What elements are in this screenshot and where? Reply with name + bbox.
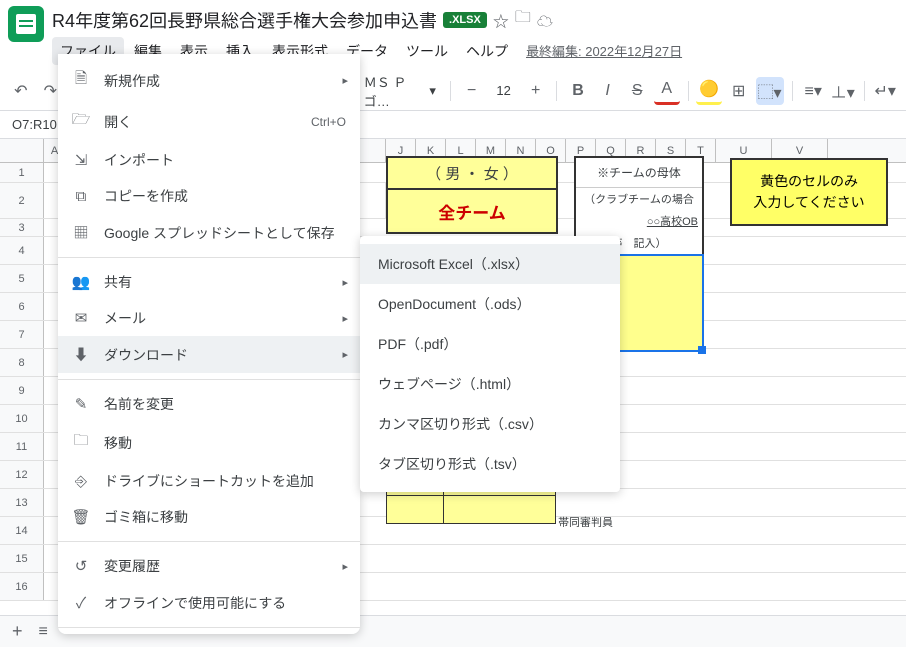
- chevron-right-icon: ▸: [342, 276, 348, 289]
- font-size-down[interactable]: −: [459, 77, 485, 105]
- download-pdf[interactable]: PDF（.pdf）: [360, 324, 620, 364]
- fill-color-button[interactable]: 🟡: [696, 77, 722, 105]
- folder-icon: 🗁: [72, 109, 90, 134]
- add-sheet-button[interactable]: +: [8, 617, 27, 646]
- bold-button[interactable]: B: [565, 77, 591, 105]
- row-header[interactable]: 3: [0, 219, 44, 236]
- share-icon: 👥: [72, 273, 90, 291]
- menu-tools[interactable]: ツール: [398, 37, 456, 65]
- row-header[interactable]: 11: [0, 433, 44, 460]
- selection-handle[interactable]: [698, 346, 706, 354]
- document-title[interactable]: R4年度第62回長野県総合選手権大会参加申込書: [52, 7, 437, 33]
- row-header[interactable]: 10: [0, 405, 44, 432]
- chevron-right-icon: ▸: [342, 348, 348, 361]
- separator: [864, 81, 865, 101]
- italic-button[interactable]: I: [595, 77, 621, 105]
- move-icon: 🗀: [72, 430, 90, 455]
- last-edit-link[interactable]: 最終編集: 2022年12月27日: [526, 37, 682, 65]
- menu-download[interactable]: ⬇ダウンロード▸: [58, 336, 360, 373]
- separator: [58, 541, 360, 542]
- separator: [556, 81, 557, 101]
- gender-cell[interactable]: （ 男 ・ 女 ）: [386, 156, 558, 190]
- merge-button[interactable]: ⬚▾: [756, 77, 784, 105]
- separator: [688, 81, 689, 101]
- menu-email[interactable]: ✉メール▸: [58, 300, 360, 336]
- valign-button[interactable]: ⊥▾: [830, 77, 856, 105]
- offline-icon: ✓: [72, 592, 90, 613]
- chevron-right-icon: ▸: [342, 74, 348, 87]
- instruction-note[interactable]: 黄色のセルのみ入力してください: [730, 158, 888, 226]
- menu-trash[interactable]: 🗑ゴミ箱に移動: [58, 499, 360, 535]
- row-header[interactable]: 6: [0, 293, 44, 320]
- shortcut-icon: ⎆: [72, 473, 90, 490]
- cloud-status-icon[interactable]: ☁: [537, 8, 553, 32]
- halign-button[interactable]: ≡▾: [800, 77, 826, 105]
- strike-button[interactable]: S: [624, 77, 650, 105]
- chevron-down-icon: ▾: [429, 83, 436, 99]
- history-icon: ↺: [72, 557, 90, 575]
- email-icon: ✉: [72, 309, 90, 327]
- menu-save-as-gsheet[interactable]: ▦Google スプレッドシートとして保存: [58, 214, 360, 251]
- menu-help[interactable]: ヘルプ: [458, 37, 516, 65]
- separator: [58, 627, 360, 628]
- font-selector[interactable]: ＭＳ Ｐゴ… ▾: [358, 68, 442, 114]
- chevron-right-icon: ▸: [342, 312, 348, 325]
- move-to-folder-icon[interactable]: 🗀: [515, 6, 531, 33]
- row-header[interactable]: 7: [0, 321, 44, 348]
- row-header[interactable]: 9: [0, 377, 44, 404]
- menu-rename[interactable]: ✎名前を変更: [58, 386, 360, 422]
- row-header[interactable]: 13: [0, 489, 44, 516]
- download-csv[interactable]: カンマ区切り形式（.csv）: [360, 404, 620, 444]
- download-html[interactable]: ウェブページ（.html）: [360, 364, 620, 404]
- font-size-input[interactable]: 12: [488, 79, 518, 102]
- separator: [58, 379, 360, 380]
- row-header[interactable]: 4: [0, 237, 44, 264]
- row-header[interactable]: 1: [0, 163, 44, 182]
- row-header[interactable]: 14: [0, 517, 44, 544]
- menu-import[interactable]: ⇲インポート: [58, 142, 360, 178]
- team-cell[interactable]: 全チーム: [386, 190, 558, 234]
- import-icon: ⇲: [72, 151, 90, 169]
- font-size-up[interactable]: +: [523, 77, 549, 105]
- row-header[interactable]: 2: [0, 183, 44, 218]
- menu-open[interactable]: 🗁開くCtrl+O: [58, 101, 360, 142]
- separator: [450, 81, 451, 101]
- menu-share[interactable]: 👥共有▸: [58, 264, 360, 300]
- menu-move[interactable]: 🗀移動: [58, 422, 360, 463]
- row-header[interactable]: 15: [0, 545, 44, 572]
- separator: [58, 257, 360, 258]
- text-color-button[interactable]: A: [654, 77, 680, 105]
- chevron-right-icon: ▸: [342, 560, 348, 573]
- row-header[interactable]: 5: [0, 265, 44, 292]
- download-ods[interactable]: OpenDocument（.ods）: [360, 284, 620, 324]
- menu-add-shortcut[interactable]: ⎆ドライブにショートカットを追加: [58, 463, 360, 499]
- sheets-logo-icon[interactable]: [8, 6, 44, 42]
- undo-button[interactable]: ↶: [8, 77, 34, 105]
- sheets-icon: ▦: [72, 222, 90, 243]
- separator: [792, 81, 793, 101]
- copy-icon: ⧉: [72, 188, 90, 205]
- trash-icon: 🗑: [72, 508, 90, 526]
- file-menu-dropdown: 🗎新規作成▸ 🗁開くCtrl+O ⇲インポート ⧉コピーを作成 ▦Google …: [58, 54, 360, 634]
- borders-button[interactable]: ⊞: [726, 77, 752, 105]
- menu-make-copy[interactable]: ⧉コピーを作成: [58, 178, 360, 214]
- row-header[interactable]: 16: [0, 573, 44, 600]
- document-icon: 🗎: [72, 68, 90, 93]
- download-submenu: Microsoft Excel（.xlsx） OpenDocument（.ods…: [360, 236, 620, 492]
- menu-offline[interactable]: ✓オフラインで使用可能にする: [58, 584, 360, 621]
- rename-icon: ✎: [72, 395, 90, 413]
- xlsx-badge: .XLSX: [443, 12, 487, 28]
- row-header[interactable]: 8: [0, 349, 44, 376]
- menu-version-history[interactable]: ↺変更履歴▸: [58, 548, 360, 584]
- menu-new[interactable]: 🗎新規作成▸: [58, 60, 360, 101]
- download-xlsx[interactable]: Microsoft Excel（.xlsx）: [360, 244, 620, 284]
- star-icon[interactable]: ☆: [493, 8, 509, 32]
- row-header[interactable]: 12: [0, 461, 44, 488]
- wrap-button[interactable]: ↵▾: [872, 77, 898, 105]
- select-all-corner[interactable]: [0, 139, 44, 162]
- download-icon: ⬇: [72, 344, 90, 365]
- download-tsv[interactable]: タブ区切り形式（.tsv）: [360, 444, 620, 484]
- bottom-label: 帯同審判員: [558, 514, 613, 530]
- all-sheets-button[interactable]: ≡: [35, 619, 52, 645]
